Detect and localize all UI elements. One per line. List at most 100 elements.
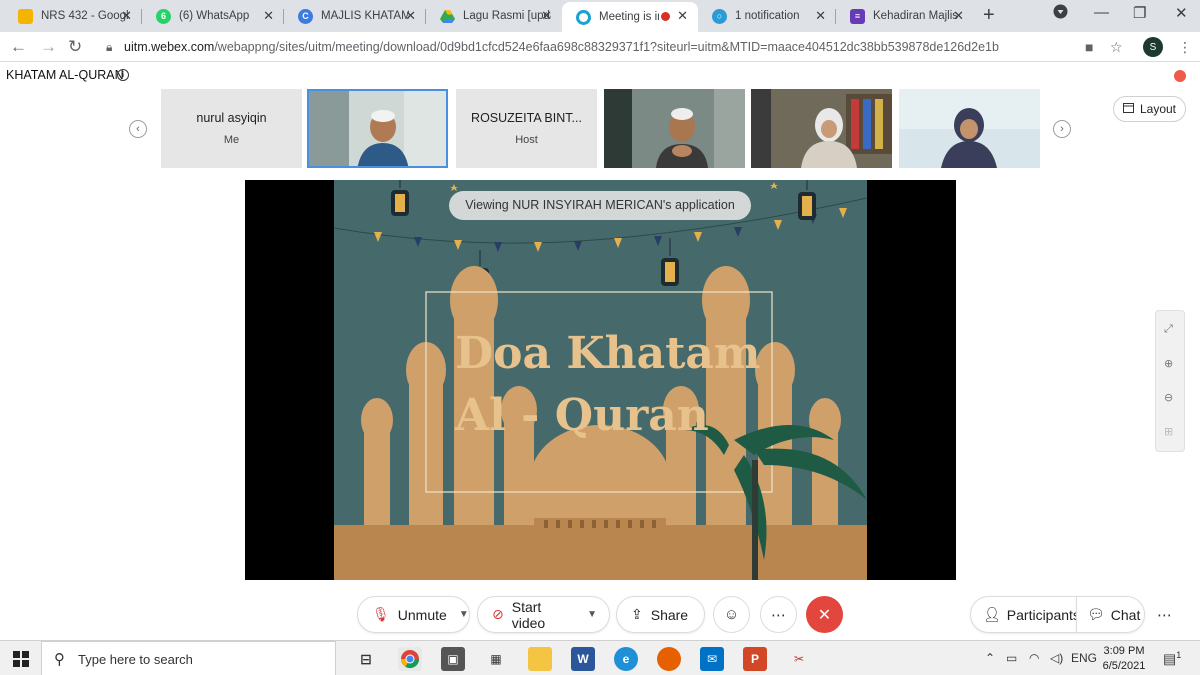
chat-label: Chat: [1110, 606, 1141, 623]
word-taskbar-icon[interactable]: W: [571, 647, 595, 671]
panel-more-button[interactable]: ⋯: [1146, 596, 1183, 633]
close-icon[interactable]: ✕: [121, 8, 132, 24]
close-icon[interactable]: ✕: [815, 8, 826, 24]
chat-icon: 💬︎: [1087, 606, 1105, 622]
tray-expand-icon[interactable]: ⌃: [985, 651, 995, 665]
slide-title-line2: Al - Quran: [455, 390, 709, 441]
close-icon[interactable]: ✕: [953, 8, 964, 24]
camera-icon[interactable]: ■: [1085, 39, 1093, 55]
close-icon: ✕: [817, 606, 832, 624]
layout-label: Layout: [1139, 102, 1177, 116]
url-domain: uitm.webex.com: [124, 40, 215, 54]
bookmark-star-icon[interactable]: ☆: [1110, 39, 1123, 56]
volume-icon[interactable]: ◁): [1050, 651, 1063, 665]
powerpoint-taskbar-icon[interactable]: P: [743, 647, 767, 671]
participant-video: [309, 91, 446, 166]
leave-meeting-button[interactable]: ✕: [806, 596, 843, 633]
tab-majlis-khatam[interactable]: C MAJLIS KHATAM ✕: [284, 2, 426, 30]
smiley-icon: ☺: [723, 606, 740, 623]
muted-mic-icon: 🎙︎: [372, 606, 390, 622]
close-icon[interactable]: ✕: [541, 8, 552, 24]
google-forms-icon: ≡: [850, 8, 865, 24]
zoom-in-icon[interactable]: ⊕: [1164, 357, 1173, 370]
new-tab-button[interactable]: +: [983, 4, 995, 27]
tab-notification[interactable]: ○ 1 notification ✕: [698, 2, 836, 30]
address-bar[interactable]: uitm.webex.com/webappng/sites/uitm/meeti…: [124, 40, 999, 54]
participant-video-tile[interactable]: [899, 89, 1040, 168]
participant-name: nurul asyiqin: [196, 111, 267, 125]
participant-name: ROSUZEITA BINT...: [471, 111, 582, 125]
chat-button[interactable]: 💬︎ Chat: [1076, 596, 1145, 633]
battery-icon[interactable]: ▭: [1006, 651, 1017, 665]
webex-icon: [576, 9, 591, 25]
participant-role: Me: [223, 134, 240, 146]
photos-taskbar-icon[interactable]: ▣: [441, 647, 465, 671]
chevron-down-icon[interactable]: ▼: [459, 609, 469, 620]
menu-kebab-icon[interactable]: ⋮: [1178, 39, 1192, 56]
tab-kehadiran-majlis[interactable]: ≡ Kehadiran Majlis ✕: [836, 2, 974, 30]
participants-label: Participants: [1006, 606, 1080, 623]
next-participants-icon[interactable]: ›: [1053, 120, 1071, 138]
participant-role: Host: [515, 134, 538, 146]
tab-lagu-rasmi[interactable]: Lagu Rasmi [upda ✕: [426, 2, 562, 30]
share-button[interactable]: ⇪ Share: [616, 596, 705, 633]
layout-button[interactable]: Layout: [1113, 96, 1186, 122]
minimize-icon[interactable]: —: [1094, 4, 1109, 21]
sharing-banner: Viewing NUR INSYIRAH MERICAN's applicati…: [449, 191, 751, 220]
lock-icon[interactable]: 🔒︎: [106, 40, 112, 55]
back-icon[interactable]: ←: [10, 37, 27, 57]
input-language[interactable]: ENG: [1071, 651, 1097, 665]
system-clock[interactable]: 3:09 PM 6/5/2021: [1101, 644, 1147, 674]
recording-indicator-icon: [661, 12, 670, 21]
more-options-button[interactable]: ⋯: [760, 596, 797, 633]
participant-video-tile[interactable]: [751, 89, 892, 168]
tab-nrs432[interactable]: NRS 432 - Google ✕: [4, 2, 142, 30]
fit-icon[interactable]: ⊞: [1164, 425, 1173, 438]
participants-button[interactable]: 👤︎ Participants: [970, 596, 1080, 633]
info-icon[interactable]: i: [117, 69, 129, 81]
taskbar-search-box[interactable]: ⚲ Type here to search: [41, 641, 336, 675]
close-icon[interactable]: ✕: [263, 8, 274, 24]
tab-whatsapp[interactable]: 6 (6) WhatsApp ✕: [142, 2, 284, 30]
snipping-tool-taskbar-icon[interactable]: ✂: [787, 647, 811, 671]
firefox-taskbar-icon[interactable]: [657, 647, 681, 671]
edge-taskbar-icon[interactable]: e: [614, 647, 638, 671]
tab-search-icon[interactable]: [1053, 4, 1068, 23]
fullscreen-icon[interactable]: ⤢: [1164, 323, 1173, 336]
unmute-button[interactable]: 🎙︎ Unmute ▼: [357, 596, 470, 633]
participant-tile[interactable]: nurul asyiqin Me: [161, 89, 302, 168]
wifi-icon[interactable]: ◠: [1029, 651, 1039, 665]
prev-participants-icon[interactable]: ‹: [129, 120, 147, 138]
close-window-icon[interactable]: ✕: [1175, 4, 1188, 22]
close-icon[interactable]: ✕: [405, 8, 416, 24]
participant-tile[interactable]: ROSUZEITA BINT... Host: [456, 89, 597, 168]
participant-video: [899, 89, 1040, 168]
notification-center-icon[interactable]: ▤1: [1163, 650, 1181, 668]
participant-video-tile[interactable]: [604, 89, 745, 168]
forward-icon[interactable]: →: [40, 37, 57, 57]
browser-toolbar: ← → ↻ 🔒︎ uitm.webex.com/webappng/sites/u…: [0, 32, 1200, 62]
tab-label: 1 notification: [735, 10, 800, 22]
restore-icon[interactable]: ❐: [1133, 4, 1146, 22]
task-view-icon[interactable]: ⊟: [354, 647, 378, 671]
tab-webex-meeting[interactable]: Meeting is in ✕: [562, 2, 698, 32]
start-video-button[interactable]: ⊘ Start video ▼: [477, 596, 610, 633]
profile-avatar[interactable]: S: [1143, 37, 1163, 57]
tab-label: MAJLIS KHATAM: [321, 10, 409, 22]
mail-taskbar-icon[interactable]: ✉: [700, 647, 724, 671]
file-explorer-taskbar-icon[interactable]: [528, 647, 552, 671]
store-taskbar-icon[interactable]: ▦: [484, 647, 508, 671]
meeting-title: KHATAM AL-QURAN: [6, 68, 124, 82]
windows-start-icon[interactable]: [13, 651, 29, 672]
reload-icon[interactable]: ↻: [68, 37, 82, 57]
slide-title-line1: Doa Khatam: [455, 328, 761, 379]
shared-content-stage[interactable]: Doa Khatam Al - Quran: [245, 180, 956, 580]
participant-video-tile[interactable]: [307, 89, 448, 168]
close-icon[interactable]: ✕: [677, 8, 688, 24]
reactions-button[interactable]: ☺: [713, 596, 750, 633]
zoom-out-icon[interactable]: ⊖: [1164, 391, 1173, 404]
chrome-taskbar-icon[interactable]: [398, 647, 422, 671]
layout-icon: [1122, 102, 1134, 116]
participants-icon: 👤︎: [983, 606, 1001, 622]
chevron-down-icon[interactable]: ▼: [587, 609, 597, 620]
